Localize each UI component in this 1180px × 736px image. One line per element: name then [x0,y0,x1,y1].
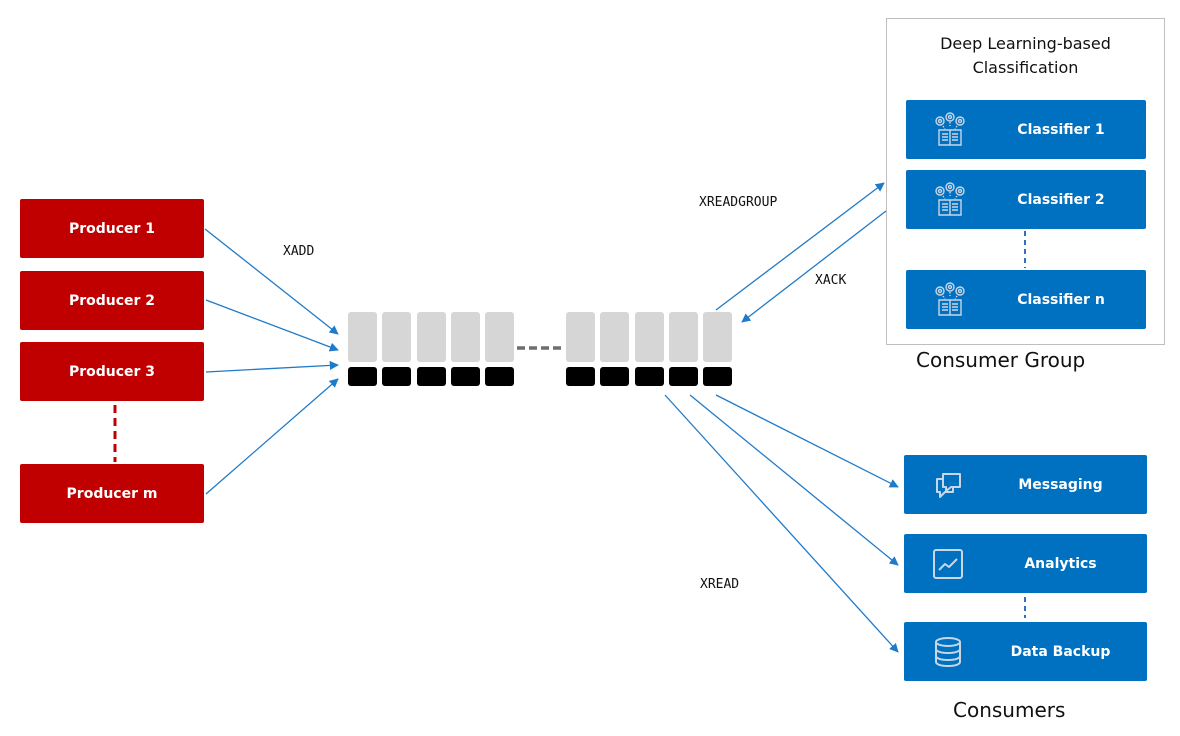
connections-layer [113,182,1026,653]
xread-arrow-messaging [715,394,899,488]
xread-arrow-backup [664,394,899,653]
xread-arrow-analytics [689,394,899,566]
xadd-arrow-2 [205,299,339,352]
xadd-arrow-1 [204,228,339,335]
xadd-arrow-3 [205,360,339,373]
xadd-arrow-m [205,378,339,495]
xack-arrow [741,210,887,323]
xreadgroup-arrow [715,182,885,311]
